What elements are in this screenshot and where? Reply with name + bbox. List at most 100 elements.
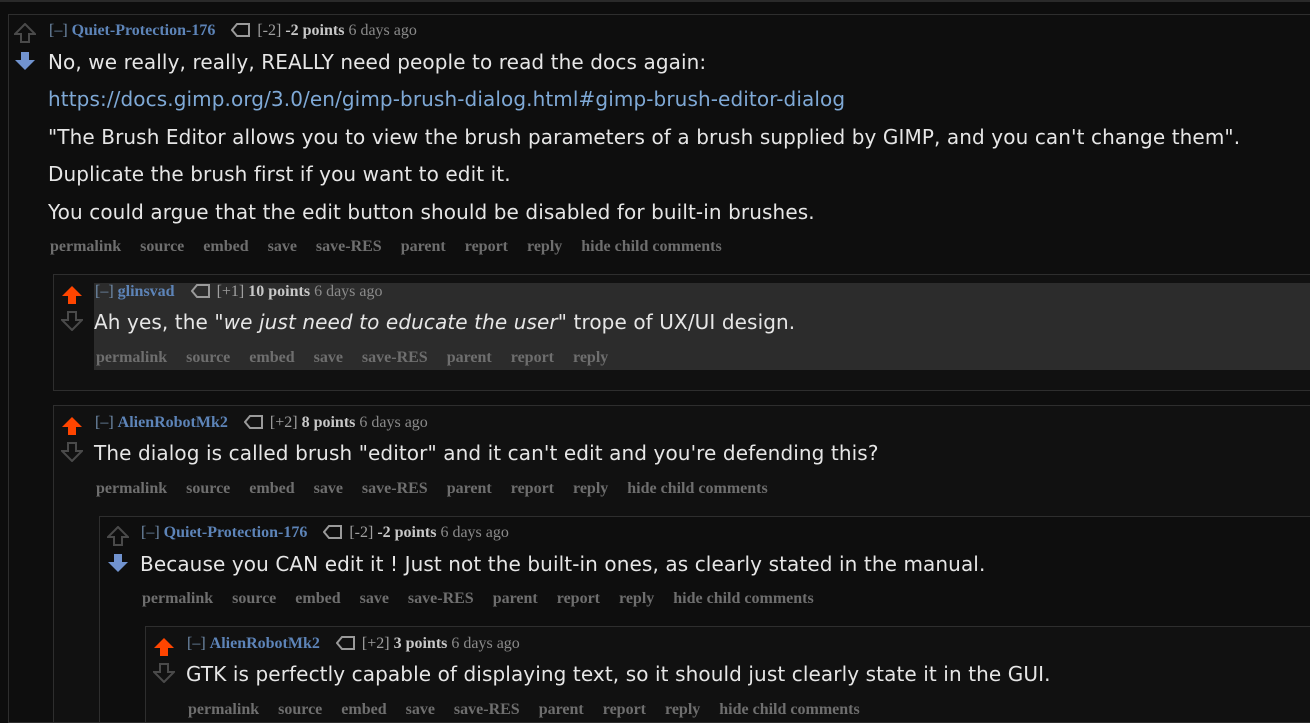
score-delta: [+2] (361, 635, 390, 652)
comment-2-text-prefix: Ah yes, the (94, 310, 215, 334)
save-res-button[interactable]: save-RES (408, 590, 474, 607)
tag-icon[interactable] (335, 636, 356, 650)
downvote-arrow-icon[interactable] (107, 553, 129, 573)
upvote-arrow-icon[interactable] (153, 637, 175, 657)
points: 8 points (301, 414, 356, 431)
save-res-button[interactable]: save-RES (454, 701, 520, 718)
downvote-arrow-icon[interactable] (61, 311, 83, 331)
reply-button[interactable]: reply (619, 590, 654, 607)
tag-icon[interactable] (190, 284, 211, 298)
timestamp: 6 days ago (314, 283, 383, 300)
embed-button[interactable]: embed (341, 701, 386, 718)
score-delta: [-2] (349, 524, 374, 541)
upvote-arrow-icon[interactable] (14, 23, 36, 43)
report-button[interactable]: report (511, 480, 554, 497)
permalink-button[interactable]: permalink (96, 480, 167, 497)
hide-child-comments-button[interactable]: hide child comments (673, 590, 813, 607)
report-button[interactable]: report (511, 349, 554, 366)
report-button[interactable]: report (603, 701, 646, 718)
parent-button[interactable]: parent (447, 480, 492, 497)
comment-2-text: Ah yes, the "we just need to educate the… (94, 310, 795, 334)
save-button[interactable]: save (268, 238, 297, 255)
upvote-arrow-icon[interactable] (61, 416, 83, 436)
embed-button[interactable]: embed (249, 480, 294, 497)
collapse-toggle[interactable]: [–] (95, 283, 114, 300)
hide-child-comments-button[interactable]: hide child comments (581, 238, 721, 255)
hide-child-comments-button[interactable]: hide child comments (627, 480, 767, 497)
collapse-toggle[interactable]: [–] (49, 22, 68, 39)
upvote-arrow-icon[interactable] (61, 285, 83, 305)
save-button[interactable]: save (314, 480, 343, 497)
downvote-arrow-icon[interactable] (14, 51, 36, 71)
top-divider (0, 0, 1310, 2)
save-button[interactable]: save (406, 701, 435, 718)
save-button[interactable]: save (314, 349, 343, 366)
tag-icon[interactable] (231, 23, 251, 37)
reply-button[interactable]: reply (527, 238, 562, 255)
collapse-toggle[interactable]: [–] (141, 524, 160, 541)
permalink-button[interactable]: permalink (188, 701, 259, 718)
save-res-button[interactable]: save-RES (362, 480, 428, 497)
comment-3-tagline: [–] AlienRobotMk2 [+2] 8 points 6 days a… (95, 414, 428, 432)
timestamp: 6 days ago (451, 635, 520, 652)
parent-button[interactable]: parent (539, 701, 584, 718)
embed-button[interactable]: embed (249, 349, 294, 366)
permalink-button[interactable]: permalink (142, 590, 213, 607)
downvote-arrow-icon[interactable] (153, 663, 175, 683)
parent-button[interactable]: parent (447, 349, 492, 366)
comment-5-tagline: [–] AlienRobotMk2 [+2] 3 points 6 days a… (187, 635, 520, 653)
score-delta: [+1] (216, 283, 245, 300)
comment-1-buttons: permalink source embed save save-RES par… (50, 238, 737, 256)
hide-child-comments-button[interactable]: hide child comments (719, 701, 859, 718)
reply-button[interactable]: reply (573, 349, 608, 366)
author-link[interactable]: AlienRobotMk2 (210, 635, 320, 652)
permalink-button[interactable]: permalink (96, 349, 167, 366)
upvote-arrow-icon[interactable] (107, 526, 129, 546)
points: -2 points (377, 524, 437, 541)
report-button[interactable]: report (557, 590, 600, 607)
points: -2 points (285, 22, 345, 39)
tag-icon[interactable] (323, 525, 343, 539)
source-button[interactable]: source (186, 480, 230, 497)
timestamp: 6 days ago (440, 524, 509, 541)
score-delta: [+2] (269, 414, 298, 431)
report-button[interactable]: report (465, 238, 508, 255)
save-res-button[interactable]: save-RES (362, 349, 428, 366)
comment-1-text-line: You could argue that the edit button sho… (48, 200, 815, 224)
comment-4-text: Because you CAN edit it ! Just not the b… (140, 552, 986, 576)
downvote-arrow-icon[interactable] (61, 442, 83, 462)
author-link[interactable]: AlienRobotMk2 (118, 414, 228, 431)
comment-2-tagline: [–] glinsvad [+1] 10 points 6 days ago (95, 283, 383, 301)
collapse-toggle[interactable]: [–] (187, 635, 206, 652)
comment-1-text-line: "The Brush Editor allows you to view the… (48, 125, 1241, 149)
parent-button[interactable]: parent (401, 238, 446, 255)
author-link[interactable]: Quiet-Protection-176 (164, 524, 308, 541)
source-button[interactable]: source (278, 701, 322, 718)
reply-button[interactable]: reply (665, 701, 700, 718)
comment-5-buttons: permalink source embed save save-RES par… (188, 701, 875, 719)
embed-button[interactable]: embed (295, 590, 340, 607)
source-button[interactable]: source (140, 238, 184, 255)
permalink-button[interactable]: permalink (50, 238, 121, 255)
source-button[interactable]: source (186, 349, 230, 366)
comment-1-text-line: No, we really, really, REALLY need peopl… (48, 50, 707, 74)
comment-5-text: GTK is perfectly capable of displaying t… (186, 662, 1051, 686)
save-button[interactable]: save (360, 590, 389, 607)
comment-3-buttons: permalink source embed save save-RES par… (96, 480, 783, 498)
collapse-toggle[interactable]: [–] (95, 414, 114, 431)
save-res-button[interactable]: save-RES (316, 238, 382, 255)
points: 10 points (248, 283, 311, 300)
tag-icon[interactable] (243, 415, 264, 429)
author-link[interactable]: glinsvad (118, 283, 175, 300)
source-button[interactable]: source (232, 590, 276, 607)
docs-link[interactable]: https://docs.gimp.org/3.0/en/gimp-brush-… (48, 87, 845, 111)
points: 3 points (393, 635, 448, 652)
comment-1-tagline: [–] Quiet-Protection-176 [-2] -2 points … (49, 22, 417, 40)
comment-4-tagline: [–] Quiet-Protection-176 [-2] -2 points … (141, 524, 509, 542)
parent-button[interactable]: parent (493, 590, 538, 607)
embed-button[interactable]: embed (203, 238, 248, 255)
reply-button[interactable]: reply (573, 480, 608, 497)
author-link[interactable]: Quiet-Protection-176 (72, 22, 216, 39)
docs-link-line: https://docs.gimp.org/3.0/en/gimp-brush-… (48, 87, 845, 111)
comment-2-text-quote: "we just need to educate the user" (214, 310, 568, 334)
